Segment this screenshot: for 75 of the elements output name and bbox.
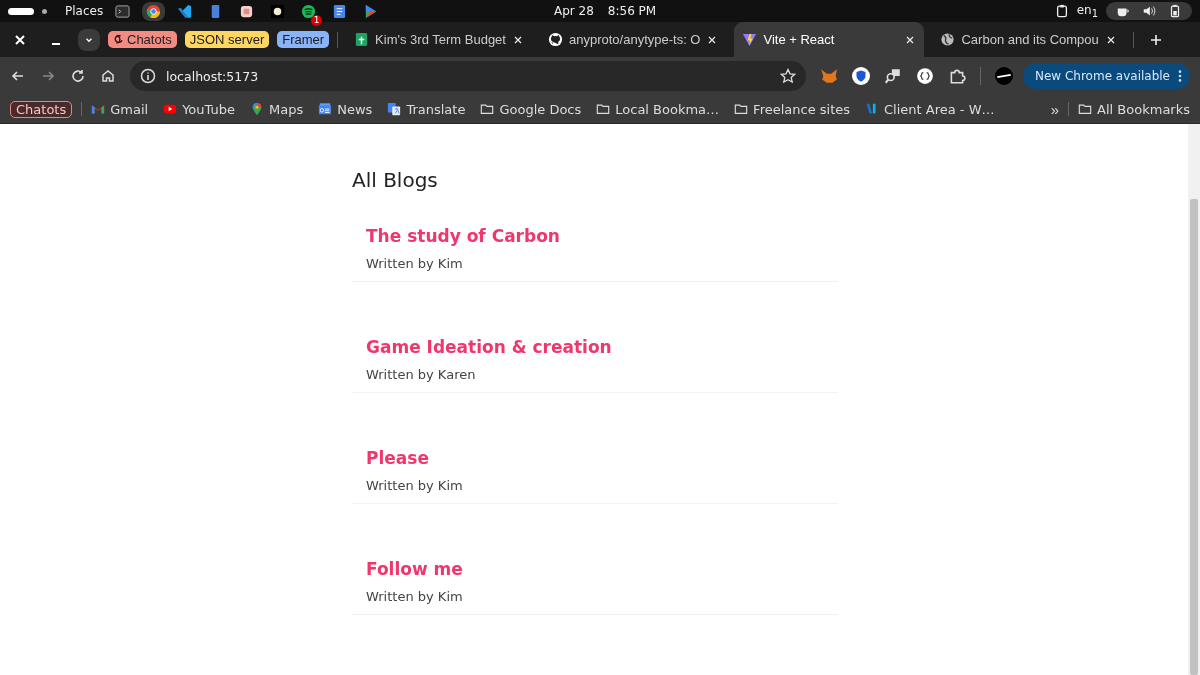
folder-icon xyxy=(480,102,495,116)
fox-icon[interactable] xyxy=(819,67,838,85)
tab-search-button[interactable] xyxy=(78,28,100,51)
workspace-indicator[interactable] xyxy=(8,7,34,15)
update-button[interactable]: New Chrome available xyxy=(1022,63,1190,89)
blog-title-link[interactable]: Game Ideation & creation xyxy=(366,337,612,357)
blog-title-link[interactable]: Follow me xyxy=(366,559,463,579)
bookmark-link[interactable]: Google Docs xyxy=(480,101,582,117)
browser-tab[interactable]: Vite + React xyxy=(734,22,925,57)
blog-author: Written by Kim xyxy=(366,589,464,604)
battery-icon xyxy=(1168,4,1182,18)
bookmark-link[interactable]: Client Area - W… xyxy=(865,101,995,117)
translate-icon xyxy=(387,102,402,116)
play-icon xyxy=(163,102,178,116)
tab-title: anyproto/anytype-ts: O xyxy=(568,32,701,47)
braces-icon[interactable] xyxy=(915,67,934,85)
clock[interactable]: 8:56 PM xyxy=(607,4,657,18)
blog-author: Written by Karen xyxy=(366,367,477,382)
browser-tab[interactable]: Kim's 3rd Term Budget xyxy=(346,22,532,57)
workspace-dot[interactable] xyxy=(42,8,47,14)
blog-preview-card[interactable]: The study of Carbon Written by Kim xyxy=(352,218,838,282)
avatar-icon[interactable] xyxy=(994,67,1013,85)
tab-group-chip[interactable]: Framer xyxy=(277,31,330,48)
blog-title-link[interactable]: Please xyxy=(366,448,429,468)
folder-icon xyxy=(734,102,749,116)
shield-icon[interactable] xyxy=(851,67,870,85)
tab-title: Vite + React xyxy=(763,32,836,47)
places-menu[interactable]: Places xyxy=(65,4,104,18)
bookmark-group-chip[interactable]: Chatots xyxy=(10,100,73,118)
home-icon[interactable] xyxy=(100,68,116,84)
all-bookmarks-link[interactable]: All Bookmarks xyxy=(1078,101,1190,117)
blog-title-link[interactable]: The study of Carbon xyxy=(366,226,560,246)
page-heading: All Blogs xyxy=(352,168,439,192)
folder-icon xyxy=(596,102,611,116)
folder-icon xyxy=(1078,102,1093,116)
browser-icon[interactable] xyxy=(142,1,166,21)
tab-group-chip[interactable]: Chatots xyxy=(108,31,177,48)
volume-icon xyxy=(1142,4,1156,18)
browser-tab[interactable]: Carbon and its Compou xyxy=(932,22,1125,57)
tab-group-chip[interactable]: JSON server xyxy=(184,31,270,48)
bookmark-link[interactable]: Translate xyxy=(387,101,466,117)
bookmark-link[interactable]: News xyxy=(318,101,373,117)
system-tray[interactable] xyxy=(1106,2,1192,20)
more-icon xyxy=(1178,69,1182,83)
blog-author: Written by Kim xyxy=(366,256,464,271)
keyboard-layout[interactable]: en$_{1}$ xyxy=(1076,2,1098,20)
blog-preview-card[interactable]: Please Written by Kim xyxy=(352,440,838,504)
url-text: localhost:5173 xyxy=(166,68,260,84)
magnifier-icon[interactable] xyxy=(883,67,902,85)
spreadsheet-icon xyxy=(354,32,370,47)
date[interactable]: Apr 28 xyxy=(554,4,594,18)
browser-tab[interactable]: anyproto/anytype-ts: O xyxy=(539,22,727,57)
info-icon[interactable] xyxy=(140,68,156,84)
blog-preview-card[interactable]: Follow me Written by Kim xyxy=(352,551,838,615)
scrollbar[interactable] xyxy=(1188,124,1200,675)
bookmark-link[interactable]: YouTube xyxy=(163,101,236,117)
news-icon xyxy=(318,102,333,116)
star-icon[interactable] xyxy=(779,68,796,84)
bookmark-link[interactable]: Maps xyxy=(250,101,304,117)
blog-preview-card[interactable]: Game Ideation & creation Written by Karen xyxy=(352,329,838,393)
lightning-logo-icon xyxy=(742,32,758,47)
clipboard-icon[interactable] xyxy=(1054,4,1069,18)
octocat-icon xyxy=(547,32,563,47)
bookmark-link[interactable]: Freelance sites xyxy=(734,101,851,117)
notification-badge: 1 xyxy=(311,14,323,26)
globe-icon xyxy=(940,32,956,47)
bookmark-link[interactable]: Local Bookma… xyxy=(596,101,720,117)
reload-icon[interactable] xyxy=(70,68,86,84)
more-bookmarks-button[interactable]: » xyxy=(1050,100,1060,118)
address-bar[interactable]: localhost:5173 xyxy=(130,61,806,91)
tab-title: Kim's 3rd Term Budget xyxy=(375,32,506,47)
tab-title: Carbon and its Compou xyxy=(961,32,1099,47)
scrollbar-thumb[interactable] xyxy=(1190,199,1198,675)
blog-author: Written by Kim xyxy=(366,478,464,493)
bookmark-link[interactable]: Gmail xyxy=(91,101,149,117)
